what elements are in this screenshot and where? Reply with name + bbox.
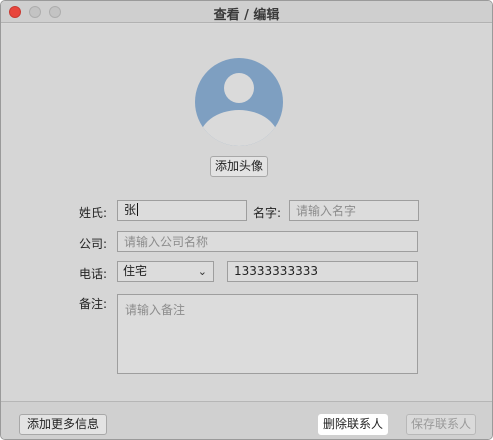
title-bar[interactable]: 查看 / 编辑 bbox=[1, 1, 492, 23]
add-avatar-button[interactable]: 添加头像 bbox=[210, 156, 268, 177]
avatar-placeholder-icon bbox=[195, 58, 283, 146]
avatar-body bbox=[199, 110, 279, 146]
company-label: 公司: bbox=[78, 237, 107, 251]
notes-label: 备注: bbox=[78, 297, 107, 311]
last-name-value: 张 bbox=[124, 203, 137, 217]
delete-contact-button[interactable]: 删除联系人 bbox=[318, 414, 388, 435]
company-field[interactable] bbox=[117, 231, 418, 252]
first-name-label: 名字: bbox=[252, 206, 281, 220]
phone-label: 电话: bbox=[78, 267, 107, 281]
notes-field[interactable] bbox=[117, 294, 418, 374]
phone-type-select[interactable]: 住宅 ⌄ bbox=[117, 261, 214, 282]
add-more-info-button[interactable]: 添加更多信息 bbox=[19, 414, 107, 435]
phone-type-value: 住宅 bbox=[123, 264, 148, 278]
chevron-down-icon: ⌄ bbox=[197, 265, 207, 278]
phone-number-field[interactable]: 13333333333 bbox=[227, 261, 418, 282]
window-title: 查看 / 编辑 bbox=[213, 8, 280, 23]
save-contact-button[interactable]: 保存联系人 bbox=[406, 414, 476, 435]
contact-form-area: 添加头像 姓氏: 张 名字: 公司: 电话: 住宅 ⌄ 13333333333 … bbox=[1, 24, 492, 401]
avatar-head bbox=[224, 73, 254, 103]
first-name-field[interactable] bbox=[289, 200, 419, 221]
phone-number-value: 13333333333 bbox=[234, 264, 318, 278]
last-name-label: 姓氏: bbox=[78, 206, 107, 220]
last-name-field[interactable]: 张 bbox=[117, 200, 247, 221]
text-caret bbox=[137, 203, 139, 216]
contact-window: 查看 / 编辑 添加头像 姓氏: 张 名字: 公司: 电话: 住宅 ⌄ 1333… bbox=[0, 0, 493, 440]
footer-bar: 添加更多信息 删除联系人 保存联系人 bbox=[1, 401, 492, 439]
